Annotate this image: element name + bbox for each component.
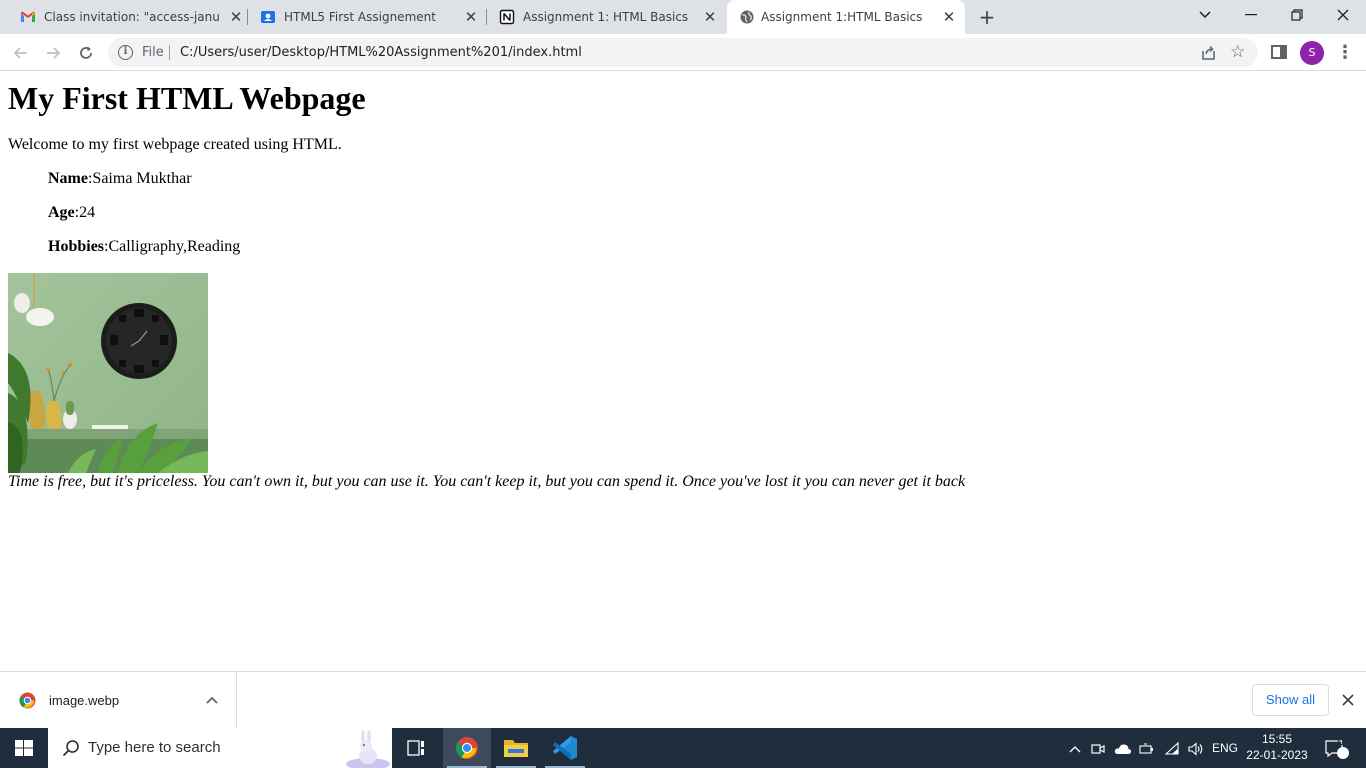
chrome-file-icon [19,692,36,709]
page-viewport: My First HTML Webpage Welcome to my firs… [0,71,1366,671]
detail-value: :Saima Mukthar [87,170,192,187]
browser-toolbar: i File C:/Users/user/Desktop/HTML%20Assi… [0,34,1366,71]
site-info-icon[interactable]: i [118,45,133,60]
side-panel-icon[interactable] [1271,45,1287,59]
back-arrow-icon[interactable] [9,41,33,65]
volume-icon[interactable] [1186,728,1206,768]
tab-gmail[interactable]: Class invitation: "access-january- ✕ [8,0,248,34]
scheme-label: File [142,45,164,60]
profile-avatar[interactable]: S [1300,41,1324,65]
download-file-name: image.webp [49,693,120,708]
detail-value: :24 [74,204,96,221]
input-language[interactable]: ENG [1210,728,1240,768]
tab-close-icon[interactable]: ✕ [701,8,719,26]
wall-clock-with-plants-image [8,273,208,473]
classroom-icon [261,11,275,23]
close-shelf-icon[interactable] [1339,690,1357,708]
tab-search-chevron-icon[interactable] [1182,0,1228,30]
tab-close-icon[interactable]: ✕ [940,8,958,26]
tab-assignment-active[interactable]: Assignment 1:HTML Basics ✕ [727,0,965,34]
detail-label: Hobbies [48,238,105,255]
close-window-icon[interactable] [1320,0,1366,30]
detail-name: Name:Saima Mukthar [48,170,192,188]
tab-title: Class invitation: "access-january- [44,10,220,24]
windows-start-icon[interactable] [0,728,48,768]
notion-icon [499,9,515,25]
page-title: My First HTML Webpage [8,80,366,116]
reload-icon[interactable] [74,41,98,65]
tab-title: HTML5 First Assignement [284,10,436,24]
clock-date: 22-01-2023 [1246,748,1308,762]
gmail-icon [21,11,35,22]
wifi-icon[interactable] [1162,728,1182,768]
omnibox-divider [169,45,170,60]
detail-age: Age:24 [48,204,95,222]
show-all-downloads-button[interactable]: Show all [1252,684,1329,716]
onedrive-cloud-icon[interactable] [1113,728,1133,768]
search-icon [62,740,79,757]
url-text[interactable]: C:/Users/user/Desktop/HTML%20Assignment%… [180,44,582,61]
detail-label: Age [48,204,75,221]
search-placeholder: Type here to search [88,739,221,756]
bunny-illustration-icon [346,730,390,768]
taskbar-vscode[interactable] [541,728,589,768]
download-shelf: image.webp Show all [0,671,1366,729]
detail-value: :Calligraphy,Reading [104,238,241,255]
forward-arrow-icon[interactable] [41,41,65,65]
tab-title: Assignment 1: HTML Basics [523,10,689,24]
battery-icon[interactable] [1138,728,1156,768]
time-quote: Time is free, but it's priceless. You ca… [8,473,966,490]
download-item[interactable]: image.webp [0,672,237,729]
restore-icon[interactable] [1274,0,1320,30]
tray-overflow-chevron-icon[interactable] [1066,728,1084,768]
tab-strip: Class invitation: "access-january- ✕ HTM… [0,0,1366,34]
tab-close-icon[interactable]: ✕ [462,8,480,26]
taskbar-chrome[interactable] [443,728,491,768]
folder-icon [504,740,528,757]
task-view-icon [407,740,424,756]
tab-close-icon[interactable]: ✕ [227,8,245,26]
new-tab-plus-icon[interactable]: + [976,6,998,28]
bookmark-star-icon[interactable]: ☆ [1230,42,1245,62]
share-icon[interactable] [1200,44,1217,61]
vscode-icon [553,736,577,760]
globe-icon [740,10,754,24]
task-view-button[interactable] [392,728,440,768]
chrome-icon [456,737,478,759]
taskbar-file-explorer[interactable] [492,728,540,768]
windows-taskbar: Type here to search ENG 15:55 22-01-2023… [0,728,1366,768]
address-bar[interactable]: i File C:/Users/user/Desktop/HTML%20Assi… [108,38,1258,67]
detail-label: Name [48,170,88,187]
system-clock[interactable]: 15:55 22-01-2023 [1244,731,1310,763]
detail-hobbies: Hobbies:Calligraphy,Reading [48,238,240,256]
more-menu-icon[interactable]: ⋮ [1336,41,1354,65]
intro-paragraph: Welcome to my first webpage created usin… [8,136,342,153]
tab-title: Assignment 1:HTML Basics [761,10,923,24]
taskbar-search[interactable]: Type here to search [48,728,392,768]
minimize-icon[interactable] [1228,0,1274,30]
notification-count-badge: 21 [1334,737,1345,747]
tab-classroom[interactable]: HTML5 First Assignement ✕ [248,0,487,34]
chevron-up-icon[interactable] [204,692,220,708]
clock-time: 15:55 [1261,732,1293,746]
meet-now-icon[interactable] [1089,728,1107,768]
tab-notion[interactable]: Assignment 1: HTML Basics ✕ [487,0,726,34]
